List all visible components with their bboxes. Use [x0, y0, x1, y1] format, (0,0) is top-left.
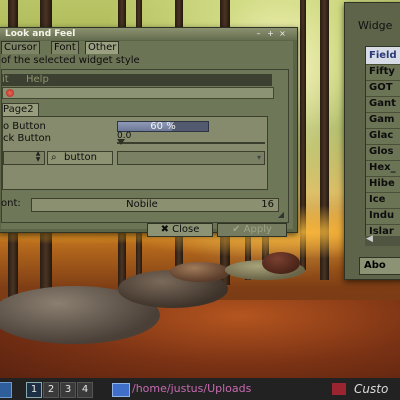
window-body: Cursor Font Other of the selected widget…	[1, 41, 293, 237]
apply-button[interactable]: ✔ Apply	[217, 223, 287, 237]
task-title: Custo	[354, 382, 389, 396]
window-title: Widge	[358, 19, 393, 32]
preview-toolbar	[2, 87, 274, 99]
stop-icon[interactable]	[6, 89, 14, 97]
preview-menubar: it Help	[2, 74, 272, 86]
workspace-button[interactable]: 3	[60, 382, 76, 398]
tab-font[interactable]: Font	[51, 41, 79, 54]
menu-item-edit[interactable]: it	[2, 74, 9, 86]
search-button-label: button	[64, 152, 97, 163]
workspace-button[interactable]: 2	[43, 382, 59, 398]
tab-cursor[interactable]: Cursor	[1, 41, 40, 54]
maximize-button[interactable]: +	[266, 29, 275, 38]
font-size: 16	[261, 199, 274, 210]
search-button[interactable]: ⌕ button	[47, 151, 113, 165]
list-scrollbar[interactable]: ◀	[365, 234, 400, 246]
workspace-button[interactable]: 4	[77, 382, 93, 398]
app-icon	[332, 383, 346, 395]
combo-box[interactable]: ▾	[117, 151, 265, 165]
apply-icon: ✔	[232, 224, 241, 235]
window-titlebar[interactable]: Look and Feel – + ×	[0, 28, 297, 40]
folder-icon	[112, 383, 130, 397]
task-custom-window[interactable]: Custo	[328, 380, 400, 398]
close-window-button[interactable]: ×	[278, 29, 287, 38]
slider-track[interactable]	[117, 142, 265, 144]
start-menu-icon[interactable]	[0, 382, 12, 398]
font-label: ont:	[1, 198, 21, 209]
about-button[interactable]: Abo	[359, 257, 400, 275]
workspace-button[interactable]: 1	[26, 382, 42, 398]
widget-style-window: Widge Field Fifty GOT Gant Gam Glac Glos Hex_ Hi…	[344, 2, 400, 280]
chevron-down-icon: ▾	[256, 153, 261, 162]
taskbar: 1234 /home/justus/Uploads Custo	[0, 378, 400, 400]
style-description: of the selected widget style	[1, 55, 140, 66]
apply-button-label: Apply	[243, 224, 272, 235]
close-icon: ✖	[160, 224, 169, 235]
close-button[interactable]: ✖ Close	[147, 223, 213, 237]
task-folder-window[interactable]: /home/justus/Uploads	[106, 380, 326, 398]
window-title: Look and Feel	[5, 29, 76, 39]
tab-page2[interactable]: Page2	[2, 103, 39, 116]
spin-arrows-icon[interactable]: ▲ ▼	[33, 151, 43, 163]
progress-text: 60 %	[150, 121, 176, 132]
close-button-label: Close	[172, 224, 200, 235]
scroll-left-icon[interactable]: ◀	[366, 234, 373, 244]
look-and-feel-window: Look and Feel – + × Cursor Font Other of…	[0, 27, 298, 237]
theme-list[interactable]: Field Fifty GOT Gant Gam Glac Glos Hex_ Hibe Ice I…	[365, 46, 400, 238]
search-icon: ⌕	[51, 152, 57, 163]
preview-panel: o Button ck Button 60 % 0.0 ▲ ▼ ⌕ button …	[2, 116, 268, 190]
minimize-button[interactable]: –	[254, 29, 263, 38]
font-selector-button[interactable]: Nobile 16	[31, 198, 279, 212]
font-row: ont: Nobile 16	[1, 198, 281, 212]
task-title: /home/justus/Uploads	[132, 382, 252, 395]
check-button-label[interactable]: ck Button	[3, 133, 51, 144]
tab-other[interactable]: Other	[85, 41, 120, 54]
menu-item-help[interactable]: Help	[26, 74, 49, 86]
radio-button-label[interactable]: o Button	[3, 121, 46, 132]
font-name: Nobile	[126, 199, 158, 210]
